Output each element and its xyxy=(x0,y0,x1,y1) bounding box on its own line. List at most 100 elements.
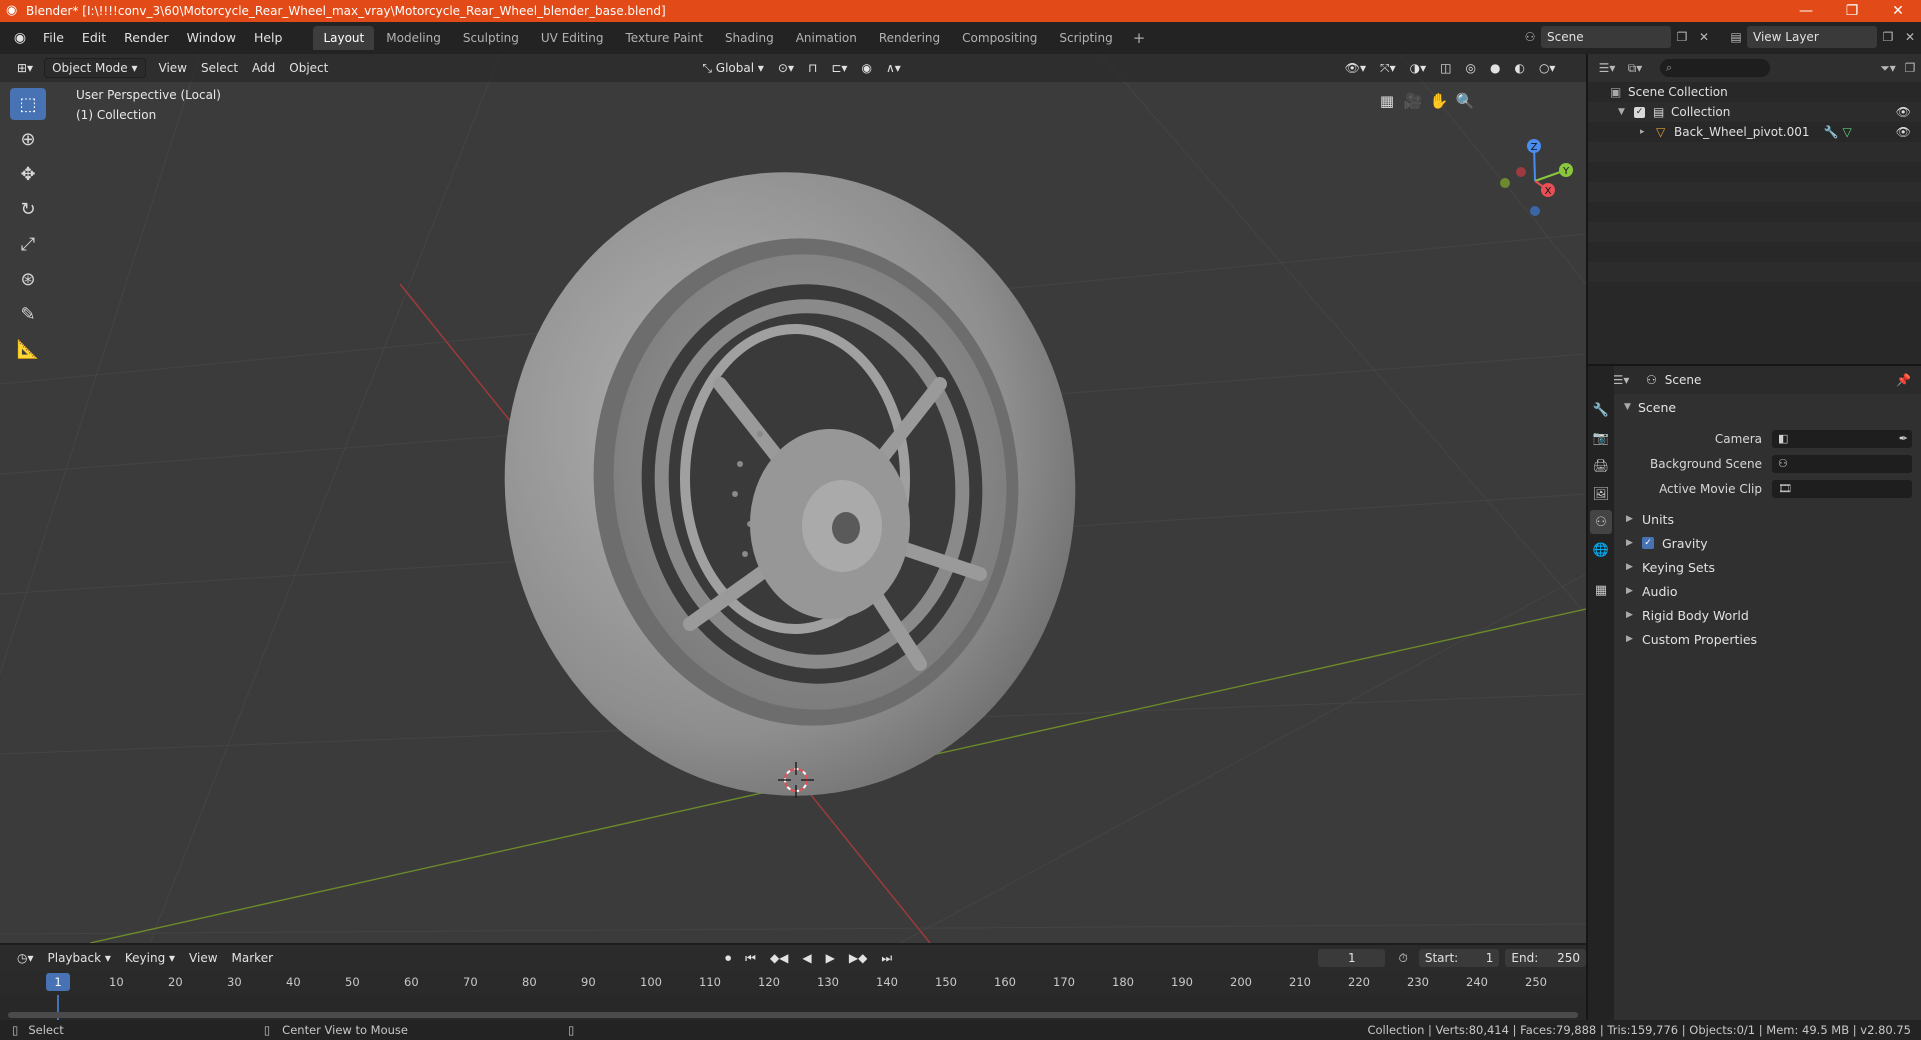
outliner-row-back-wheel[interactable]: ▸ ▽ Back_Wheel_pivot.001 🔧 ▽ 👁 xyxy=(1588,122,1921,142)
pivot-point-icon[interactable]: ⊙▾ xyxy=(771,58,801,78)
output-tab-icon[interactable]: 🖨 xyxy=(1590,454,1612,478)
select-box-tool-icon[interactable]: ⬚ xyxy=(10,88,46,120)
jump-end-button[interactable]: ⏭ xyxy=(874,948,899,968)
menu-render[interactable]: Render xyxy=(115,22,178,54)
end-frame-field[interactable]: End: 250 xyxy=(1505,949,1586,967)
wheel-model[interactable] xyxy=(474,144,1106,824)
units-panel[interactable]: ▶ Units xyxy=(1618,507,1918,531)
pan-view-icon[interactable]: ✋ xyxy=(1426,88,1452,114)
background-scene-field[interactable]: ⚇ xyxy=(1772,454,1912,473)
filter-icon[interactable]: ⏷▾ xyxy=(1877,57,1899,79)
tab-rendering[interactable]: Rendering xyxy=(869,26,950,50)
menu-window[interactable]: Window xyxy=(178,22,245,54)
mesh-data-icon[interactable]: ▽ xyxy=(1842,125,1851,139)
timeline-body[interactable] xyxy=(0,995,1586,1020)
keying-sets-panel[interactable]: ▶ Keying Sets xyxy=(1618,555,1918,579)
view-layer-tab-icon[interactable]: 🖼 xyxy=(1590,482,1612,506)
tab-uv-editing[interactable]: UV Editing xyxy=(531,26,614,50)
gravity-checkbox[interactable]: ✓ xyxy=(1642,537,1654,549)
tab-compositing[interactable]: Compositing xyxy=(952,26,1047,50)
timeline-scrollbar[interactable] xyxy=(8,1012,1578,1018)
snap-target-icon[interactable]: ⊏▾ xyxy=(824,58,854,78)
navigation-gizmo[interactable]: Z Y X xyxy=(1490,136,1580,226)
collection-checkbox[interactable]: ✓ xyxy=(1634,106,1645,118)
falloff-icon[interactable]: ∧▾ xyxy=(879,58,908,78)
preview-range-icon[interactable]: ⏱ xyxy=(1391,948,1414,968)
snap-icon[interactable]: ⊓ xyxy=(801,58,824,78)
audio-panel[interactable]: ▶ Audio xyxy=(1618,579,1918,603)
annotate-tool-icon[interactable]: ✎ xyxy=(10,298,46,330)
next-keyframe-button[interactable]: ▶◆ xyxy=(842,948,874,968)
tab-modeling[interactable]: Modeling xyxy=(376,26,451,50)
delete-scene-icon[interactable]: ✕ xyxy=(1693,26,1715,48)
eye-icon[interactable]: 👁 xyxy=(1896,105,1911,119)
tab-scripting[interactable]: Scripting xyxy=(1049,26,1122,50)
menu-edit[interactable]: Edit xyxy=(73,22,115,54)
eyedropper-icon[interactable]: ✒ xyxy=(1899,432,1908,445)
scene-icon[interactable]: ⚇ xyxy=(1519,26,1541,48)
new-scene-icon[interactable]: ❐ xyxy=(1671,26,1693,48)
tab-sculpting[interactable]: Sculpting xyxy=(453,26,529,50)
timeline-ruler[interactable]: 1 10 20 30 40 50 60 70 80 90 100 110 120 130 140 150 16… xyxy=(0,971,1586,995)
rendered-shading-icon[interactable]: ○▾ xyxy=(1532,58,1563,78)
outliner-row-collection[interactable]: ▼ ✓ ▤ Collection 👁 xyxy=(1588,102,1921,122)
menu-add[interactable]: Add xyxy=(245,58,282,78)
custom-properties-panel[interactable]: ▶ Custom Properties xyxy=(1618,627,1918,651)
current-frame-indicator[interactable]: 1 xyxy=(46,973,70,991)
overlays-icon[interactable]: ◑▾ xyxy=(1403,58,1434,78)
wireframe-shading-icon[interactable]: ◎ xyxy=(1458,58,1482,78)
maximize-button[interactable]: ❐ xyxy=(1829,0,1875,22)
3d-viewport[interactable]: ⊞▾ Object Mode ▾ View Select Add Object … xyxy=(0,54,1586,943)
cursor-tool-icon[interactable]: ⊕ xyxy=(10,123,46,155)
view-layer-field[interactable]: View Layer xyxy=(1747,26,1877,48)
eye-icon[interactable]: 👁 xyxy=(1896,125,1911,139)
menu-view[interactable]: View xyxy=(152,58,194,78)
play-reverse-button[interactable]: ◀ xyxy=(795,948,818,968)
menu-help[interactable]: Help xyxy=(245,22,292,54)
camera-view-icon[interactable]: 🎥 xyxy=(1400,88,1426,114)
world-tab-icon[interactable]: 🌐 xyxy=(1590,538,1612,562)
rigid-body-world-panel[interactable]: ▶ Rigid Body World xyxy=(1618,603,1918,627)
texture-tab-icon[interactable]: ▦ xyxy=(1590,578,1612,602)
toggle-perspective-icon[interactable]: ▦ xyxy=(1374,88,1400,114)
outliner-search-input[interactable]: ⌕ xyxy=(1660,59,1770,77)
zoom-view-icon[interactable]: 🔍 xyxy=(1452,88,1478,114)
move-tool-icon[interactable]: ✥ xyxy=(10,158,46,190)
gravity-panel[interactable]: ▶ ✓ Gravity xyxy=(1618,531,1918,555)
tool-tab-icon[interactable]: 🔧 xyxy=(1590,398,1612,422)
menu-object[interactable]: Object xyxy=(282,58,335,78)
active-movie-clip-field[interactable]: 🎞 xyxy=(1772,479,1912,498)
menu-marker[interactable]: Marker xyxy=(225,948,280,968)
measure-tool-icon[interactable]: 📐 xyxy=(10,333,46,365)
jump-start-button[interactable]: ⏮ xyxy=(738,948,763,968)
outliner-row-scene-collection[interactable]: ▣ Scene Collection xyxy=(1588,82,1921,102)
proportional-editing-icon[interactable]: ◉ xyxy=(854,58,878,78)
start-frame-field[interactable]: Start: 1 xyxy=(1418,949,1500,967)
menu-file[interactable]: File xyxy=(34,22,73,54)
solid-shading-icon[interactable]: ● xyxy=(1483,58,1507,78)
scene-panel-header[interactable]: ▼ Scene xyxy=(1618,396,1918,418)
close-button[interactable]: ✕ xyxy=(1875,0,1921,22)
tab-shading[interactable]: Shading xyxy=(715,26,784,50)
expand-arrow-icon[interactable]: ▸ xyxy=(1640,127,1656,137)
outliner-editor-type-icon[interactable]: ☰▾ xyxy=(1596,57,1618,79)
menu-select[interactable]: Select xyxy=(194,58,245,78)
expand-arrow-icon[interactable]: ▼ xyxy=(1618,107,1634,117)
pin-icon[interactable]: 📌 xyxy=(1896,373,1911,387)
xray-icon[interactable]: ◫ xyxy=(1433,58,1458,78)
delete-view-layer-icon[interactable]: ✕ xyxy=(1899,26,1921,48)
play-button[interactable]: ▶ xyxy=(819,948,842,968)
camera-field[interactable]: ◧ ✒ xyxy=(1772,429,1912,448)
editor-type-icon[interactable]: ⊞▾ xyxy=(10,58,40,78)
material-shading-icon[interactable]: ◐ xyxy=(1507,58,1531,78)
scene-tab-icon[interactable]: ⚇ xyxy=(1590,510,1612,534)
tab-animation[interactable]: Animation xyxy=(786,26,867,50)
scene-field[interactable]: Scene xyxy=(1541,26,1671,48)
transform-tool-icon[interactable]: ⊛ xyxy=(10,263,46,295)
blender-menu-icon[interactable]: ◉ xyxy=(6,27,34,49)
menu-timeline-view[interactable]: View xyxy=(182,948,224,968)
timeline-editor-type-icon[interactable]: ◷▾ xyxy=(10,948,41,968)
record-button[interactable]: ⏺ xyxy=(718,948,738,968)
visibility-icon[interactable]: 👁▾ xyxy=(1338,58,1373,78)
render-tab-icon[interactable]: 📷 xyxy=(1590,426,1612,450)
